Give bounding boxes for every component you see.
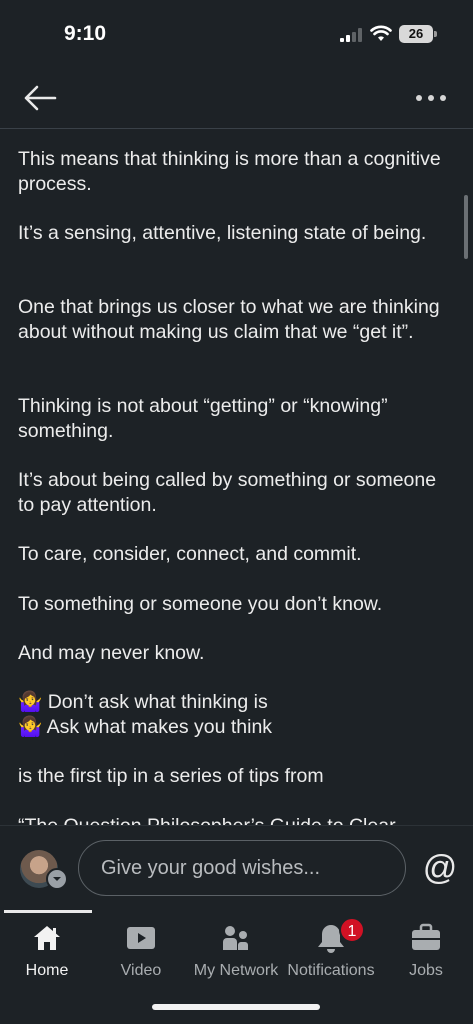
cellular-signal-icon [340, 28, 362, 42]
battery-icon: 26 [399, 25, 433, 43]
tab-label: Video [120, 962, 162, 979]
post-paragraph-emoji: 🤷‍♀️ Don’t ask what thinking is [18, 691, 268, 713]
home-indicator [152, 1004, 320, 1010]
network-icon [223, 926, 248, 950]
tab-video[interactable]: Video [94, 910, 188, 990]
status-time: 9:10 [64, 22, 107, 45]
mention-button[interactable]: @ [420, 846, 460, 890]
post-paragraph: And may never know. [18, 642, 205, 664]
tab-label: Jobs [409, 962, 443, 979]
post-paragraph: It’s about being called by something or … [18, 469, 437, 516]
post-paragraph: It’s a sensing, attentive, listening sta… [18, 222, 427, 244]
comment-bar: Give your good wishes... @ [0, 825, 473, 911]
tab-jobs[interactable]: Jobs [379, 910, 473, 990]
briefcase-icon [412, 923, 440, 950]
home-icon [34, 926, 60, 950]
tab-my-network[interactable]: My Network [189, 910, 283, 990]
tab-label: Notifications [287, 962, 375, 979]
post-paragraph: Thinking is not about “getting” or “know… [18, 395, 388, 442]
tab-home[interactable]: Home [0, 910, 94, 990]
arrow-left-icon[interactable] [20, 78, 60, 118]
post-paragraph: To care, consider, connect, and commit. [18, 543, 362, 565]
post-text-body: This means that thinking is more than a … [0, 129, 473, 825]
status-bar: 9:10 26 [0, 0, 473, 70]
comment-input[interactable]: Give your good wishes... [78, 840, 406, 896]
battery-tip [434, 31, 437, 37]
post-paragraph: To something or someone you don’t know. [18, 593, 383, 615]
post-paragraph: This means that thinking is more than a … [18, 148, 441, 195]
chevron-down-icon[interactable] [46, 868, 68, 890]
tab-label: Home [25, 962, 69, 979]
notification-count-badge: 1 [339, 917, 365, 943]
tab-notifications[interactable]: 1 Notifications [284, 910, 378, 990]
post-paragraph: One that brings us closer to what we are… [18, 296, 440, 343]
ellipsis-icon[interactable] [410, 84, 454, 112]
post-paragraph: is the first tip in a series of tips fro… [18, 765, 324, 787]
tab-label: My Network [193, 962, 279, 979]
post-header [0, 70, 473, 129]
video-icon [127, 927, 155, 949]
wifi-icon [370, 25, 392, 41]
post-paragraph-emoji: 🤷‍♀️ Ask what makes you think [18, 716, 273, 738]
post-paragraph-partial: “The Question Philosopher’s Guide to Cle… [18, 814, 448, 825]
scrollbar[interactable] [464, 195, 468, 259]
